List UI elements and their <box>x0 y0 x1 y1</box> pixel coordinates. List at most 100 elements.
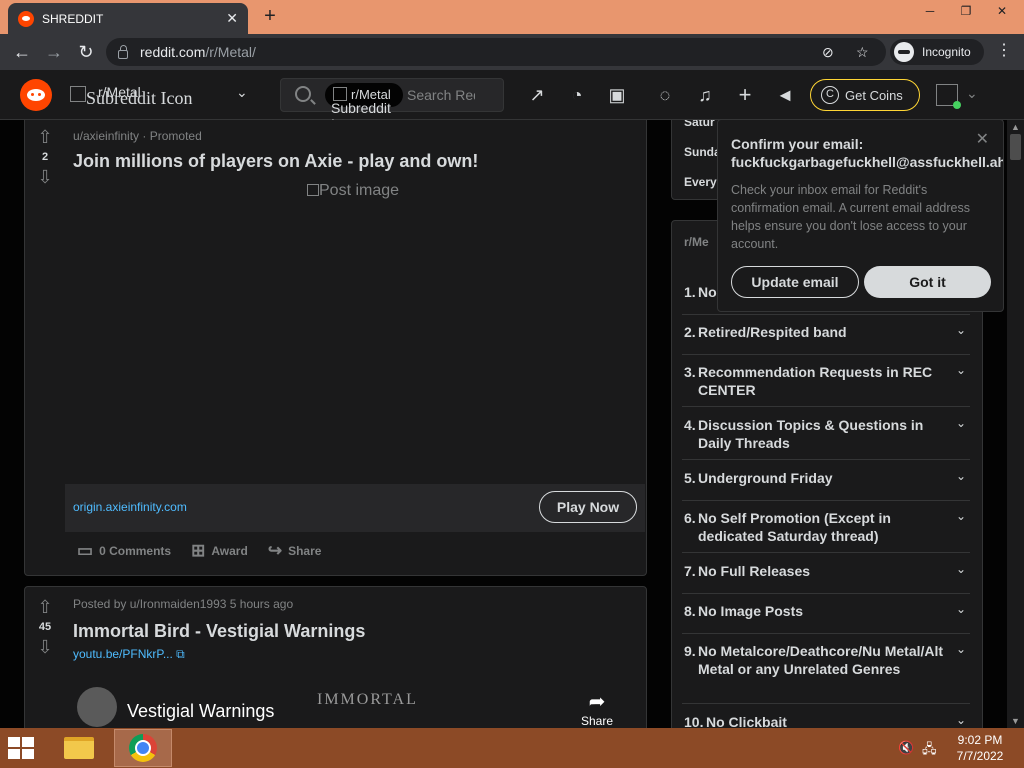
community-selector[interactable]: r/Metal Subreddit Icon ⌄ <box>70 80 260 112</box>
restore-button[interactable]: ❐ <box>948 0 984 22</box>
search-community-pill[interactable]: r/Metal Subreddit Icon <box>325 83 403 132</box>
promoted-post[interactable]: ⇧ 2 ⇩ u/axieinfinity · Promoted Join mil… <box>24 120 647 576</box>
chevron-down-icon: ⌄ <box>955 602 966 616</box>
incognito-label: Incognito <box>922 45 971 59</box>
back-arrow-icon[interactable]: ← <box>10 40 34 64</box>
user-avatar[interactable] <box>936 84 961 109</box>
tab-close-icon[interactable]: ✕ <box>226 10 238 27</box>
got-it-button[interactable]: Got it <box>864 266 991 298</box>
popular-arrow-icon[interactable]: ↗ <box>526 84 548 106</box>
comments-button[interactable]: ▭ 0 Comments <box>77 541 171 561</box>
windows-start-icon[interactable] <box>6 734 36 762</box>
post-card[interactable]: ⇧ 45 ⇩ Posted by u/Ironmaiden1993 5 hour… <box>24 586 647 728</box>
taskbar-clock[interactable]: 9:02 PM 7/7/2022 <box>950 732 1010 764</box>
share-button[interactable]: ↪ Share <box>268 541 322 561</box>
post-meta: Posted by u/Ironmaiden1993 5 hours ago <box>73 597 294 611</box>
new-tab-button[interactable]: + <box>258 4 282 28</box>
chat-icon[interactable]: ◌ <box>654 84 676 106</box>
rule-text: No Full Releases <box>698 563 811 579</box>
file-explorer-taskbar-button[interactable] <box>50 729 108 767</box>
ad-domain[interactable]: origin.axieinfinity.com <box>73 500 187 514</box>
chrome-taskbar-button[interactable] <box>114 729 172 767</box>
scroll-up-icon[interactable]: ▲ <box>1011 122 1020 132</box>
chevron-down-icon[interactable]: ⌄ <box>966 85 978 102</box>
address-bar[interactable]: reddit.com /r/Metal/ ⊘ ☆ <box>106 38 886 66</box>
ad-link-bar: origin.axieinfinity.com Play Now <box>65 484 645 532</box>
rule-item[interactable]: 2. Retired/Respited band ⌄ <box>682 323 970 355</box>
stats-icon[interactable]: ◔ <box>566 84 588 106</box>
rule-number: 4. <box>684 417 696 433</box>
post-image-alt: Post image <box>319 182 400 199</box>
page-scrollbar[interactable]: ▲ ▼ <box>1007 120 1024 728</box>
reddit-favicon-icon <box>18 10 34 27</box>
browser-toolbar: ← → ↻ reddit.com /r/Metal/ ⊘ ☆ Incognito… <box>0 34 1024 70</box>
video-embed[interactable]: Vestigial Warnings IMMORTAL ➦ Share <box>65 679 645 728</box>
rule-text: Discussion Topics & Questions in Daily T… <box>698 417 924 451</box>
post-author[interactable]: u/axieinfinity <box>73 129 139 143</box>
rule-number: 8. <box>684 603 696 619</box>
chrome-menu-icon[interactable]: ⋮ <box>996 40 1012 60</box>
minimize-button[interactable]: ─ <box>912 0 948 22</box>
incognito-badge[interactable]: Incognito <box>890 39 984 65</box>
award-button[interactable]: ⊞ Award <box>191 541 248 561</box>
popover-email: fuckfuckgarbagefuckhell@assfuckhell.ahsh… <box>731 154 1004 170</box>
search-bar[interactable]: r/Metal Subreddit Icon Search Reddit <box>280 78 504 132</box>
vote-column: ⇧ 2 ⇩ <box>25 127 65 187</box>
post-title[interactable]: Join millions of players on Axie - play … <box>73 151 478 172</box>
rule-number: 1. <box>684 284 696 300</box>
update-email-button[interactable]: Update email <box>731 266 859 298</box>
network-icon[interactable]: 🖧 <box>922 740 937 762</box>
gift-icon: ⊞ <box>191 541 206 560</box>
post-link[interactable]: youtu.be/PFNkrP... ⧉ <box>73 647 185 662</box>
lock-icon <box>118 44 128 59</box>
chevron-down-icon: ⌄ <box>955 323 966 337</box>
coin-icon: C <box>821 86 839 104</box>
comment-icon: ▭ <box>77 541 94 560</box>
rule-item[interactable]: 7. No Full Releases ⌄ <box>682 562 970 594</box>
post-image[interactable]: Post image <box>307 182 399 200</box>
rule-item[interactable]: 4. Discussion Topics & Questions in Daily… <box>682 416 970 460</box>
rule-item[interactable]: 5. Underground Friday ⌄ <box>682 469 970 501</box>
rule-item[interactable]: 10. No Clickbait ⌄ <box>682 713 970 728</box>
vote-count: 45 <box>38 621 52 633</box>
upvote-icon[interactable]: ⇧ <box>25 127 65 147</box>
url-path: /r/Metal/ <box>205 44 256 60</box>
video-icon[interactable]: ▣ <box>606 84 628 106</box>
broken-image-icon <box>307 184 319 196</box>
clock-date: 7/7/2022 <box>956 749 1004 763</box>
rule-item[interactable]: 8. No Image Posts ⌄ <box>682 602 970 634</box>
rule-item[interactable]: 3. Recommendation Requests in REC CENTER ⌄ <box>682 363 970 407</box>
search-input[interactable]: Search Reddit <box>407 87 475 103</box>
bell-icon[interactable]: ♫ <box>694 84 716 106</box>
popover-close-icon[interactable]: ✕ <box>976 129 989 149</box>
clock-time: 9:02 PM <box>957 733 1003 747</box>
rule-item[interactable]: 9. No Metalcore/Deathcore/Nu Metal/Alt Me… <box>682 642 970 704</box>
chevron-down-icon: ⌄ <box>955 562 966 576</box>
reddit-logo-icon[interactable] <box>20 79 52 111</box>
get-coins-label: Get Coins <box>845 87 903 103</box>
megaphone-icon[interactable]: ◄ <box>774 84 796 106</box>
downvote-icon[interactable]: ⇩ <box>25 637 65 657</box>
eye-slash-icon[interactable]: ⊘ <box>822 44 834 61</box>
create-post-icon[interactable]: + <box>734 84 756 106</box>
post-title[interactable]: Immortal Bird - Vestigial Warnings <box>73 621 365 642</box>
downvote-icon[interactable]: ⇩ <box>25 167 65 187</box>
volume-muted-icon[interactable]: 🔇 <box>898 740 914 756</box>
scrollbar-thumb[interactable] <box>1010 134 1021 160</box>
reload-icon[interactable]: ↻ <box>74 40 98 64</box>
community-icon-alt: Subreddit Icon <box>86 88 193 108</box>
bookmark-star-icon[interactable]: ☆ <box>856 44 869 61</box>
embed-share-button[interactable]: ➦ Share <box>581 689 613 728</box>
forward-arrow-icon[interactable]: → <box>42 40 66 64</box>
upvote-icon[interactable]: ⇧ <box>25 597 65 617</box>
share-arrow-icon: ➦ <box>588 691 606 713</box>
get-coins-button[interactable]: C Get Coins <box>810 79 920 111</box>
schedule-day: Sunda <box>684 145 721 159</box>
scroll-down-icon[interactable]: ▼ <box>1011 716 1020 726</box>
incognito-icon <box>894 42 914 62</box>
rule-item[interactable]: 6. No Self Promotion (Except in dedicated… <box>682 509 970 553</box>
window-close-button[interactable]: ✕ <box>984 0 1020 22</box>
browser-tab[interactable]: SHREDDIT ✕ <box>8 3 248 34</box>
play-now-button[interactable]: Play Now <box>539 491 637 523</box>
popover-body: Check your inbox email for Reddit's conf… <box>731 183 970 251</box>
